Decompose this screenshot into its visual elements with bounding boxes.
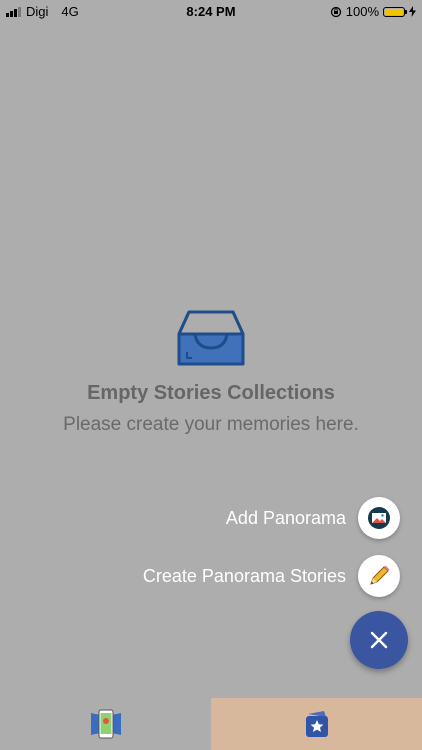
status-right: 100% xyxy=(330,4,416,19)
fab-item-add-panorama[interactable]: Add Panorama xyxy=(226,497,400,539)
close-icon xyxy=(370,631,388,649)
fab-item-create-stories[interactable]: Create Panorama Stories xyxy=(143,555,400,597)
add-panorama-label: Add Panorama xyxy=(225,507,346,528)
orientation-lock-icon xyxy=(330,6,341,17)
empty-state: Empty Stories Collections Please create … xyxy=(0,310,422,436)
star-stories-icon xyxy=(305,711,328,737)
battery-percent: 100% xyxy=(345,4,379,19)
tab-stories[interactable] xyxy=(211,698,422,750)
fab-close-button[interactable] xyxy=(350,611,408,669)
empty-title: Empty Stories Collections xyxy=(87,382,335,404)
pencil-icon xyxy=(370,565,390,585)
charging-bolt-icon xyxy=(409,6,416,17)
tab-panorama[interactable] xyxy=(0,698,211,750)
tab-bar xyxy=(0,698,422,750)
panorama-phone-icon xyxy=(90,709,121,739)
image-icon xyxy=(368,507,390,529)
empty-inbox-icon xyxy=(177,310,245,366)
empty-subtitle: Please create your memories here. xyxy=(63,414,359,435)
add-panorama-button[interactable] xyxy=(358,497,400,539)
battery-icon xyxy=(383,6,407,17)
create-stories-button[interactable] xyxy=(358,555,400,597)
create-stories-label: Create Panorama Stories xyxy=(142,565,346,586)
status-bar: Digi 4G 8:24 PM 100% xyxy=(0,0,422,22)
